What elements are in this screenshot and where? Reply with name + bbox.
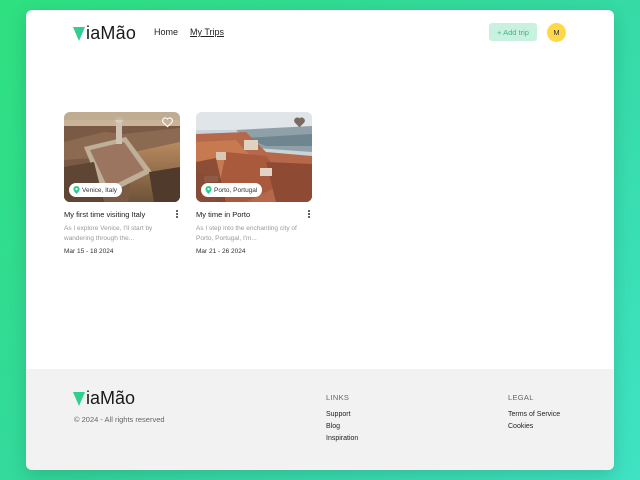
location-label: Venice, Italy xyxy=(82,186,118,194)
logo-text: iaMão xyxy=(86,23,137,43)
footer-link-cookies[interactable]: Cookies xyxy=(508,423,560,430)
app-window: iaMão Home My Trips + Add trip M Venice,… xyxy=(26,10,614,470)
trip-dates: Mar 15 - 18 2024 xyxy=(64,248,114,255)
location-badge: Venice, Italy xyxy=(69,183,123,197)
nav-home[interactable]: Home xyxy=(154,27,178,37)
trip-card-header: My first time visiting Italy xyxy=(64,209,180,219)
trip-title[interactable]: My time in Porto xyxy=(196,210,250,219)
footer-link-blog[interactable]: Blog xyxy=(326,423,358,430)
trip-card[interactable]: Porto, Portugal My time in Porto As I st… xyxy=(196,112,312,255)
trip-card-image[interactable]: Porto, Portugal xyxy=(196,112,312,202)
logo[interactable]: iaMão xyxy=(73,23,136,44)
main-nav: Home My Trips xyxy=(154,27,224,37)
logo-v-icon xyxy=(73,26,85,41)
heart-icon[interactable] xyxy=(294,117,305,128)
header: iaMão Home My Trips + Add trip M xyxy=(26,10,614,54)
trip-description: As I step into the enchanting city of Po… xyxy=(196,225,297,242)
logo-v-icon xyxy=(73,391,85,406)
location-pin-icon xyxy=(73,186,80,194)
footer-links-title: LINKS xyxy=(326,393,350,402)
trip-card-header: My time in Porto xyxy=(196,209,312,219)
trip-description: As I explore Venice, I'll start by wande… xyxy=(64,225,153,242)
footer-logo-text: iaMão xyxy=(86,388,136,408)
copyright: © 2024 - All rights reserved xyxy=(74,415,165,424)
footer-link-terms[interactable]: Terms of Service xyxy=(508,411,560,418)
trip-title[interactable]: My first time visiting Italy xyxy=(64,210,145,219)
location-pin-icon xyxy=(205,186,212,194)
more-options-icon[interactable] xyxy=(306,209,312,219)
footer-legal-title: LEGAL xyxy=(508,393,534,402)
footer-logo[interactable]: iaMão xyxy=(73,388,135,409)
more-options-icon[interactable] xyxy=(174,209,180,219)
trip-dates: Mar 21 - 26 2024 xyxy=(196,248,246,255)
footer-link-support[interactable]: Support xyxy=(326,411,358,418)
trip-card[interactable]: Venice, Italy My first time visiting Ita… xyxy=(64,112,180,255)
footer-links-column: LINKS Support Blog Inspiration xyxy=(326,393,358,447)
nav-my-trips[interactable]: My Trips xyxy=(190,27,224,37)
add-trip-button[interactable]: + Add trip xyxy=(489,23,537,41)
location-badge: Porto, Portugal xyxy=(201,183,263,197)
footer-legal-column: LEGAL Terms of Service Cookies xyxy=(508,393,560,435)
trip-card-image[interactable]: Venice, Italy xyxy=(64,112,180,202)
location-label: Porto, Portugal xyxy=(214,186,258,194)
footer-link-inspiration[interactable]: Inspiration xyxy=(326,435,358,442)
footer: iaMão © 2024 - All rights reserved LINKS… xyxy=(26,369,614,470)
avatar[interactable]: M xyxy=(547,23,566,42)
heart-icon[interactable] xyxy=(162,117,173,128)
